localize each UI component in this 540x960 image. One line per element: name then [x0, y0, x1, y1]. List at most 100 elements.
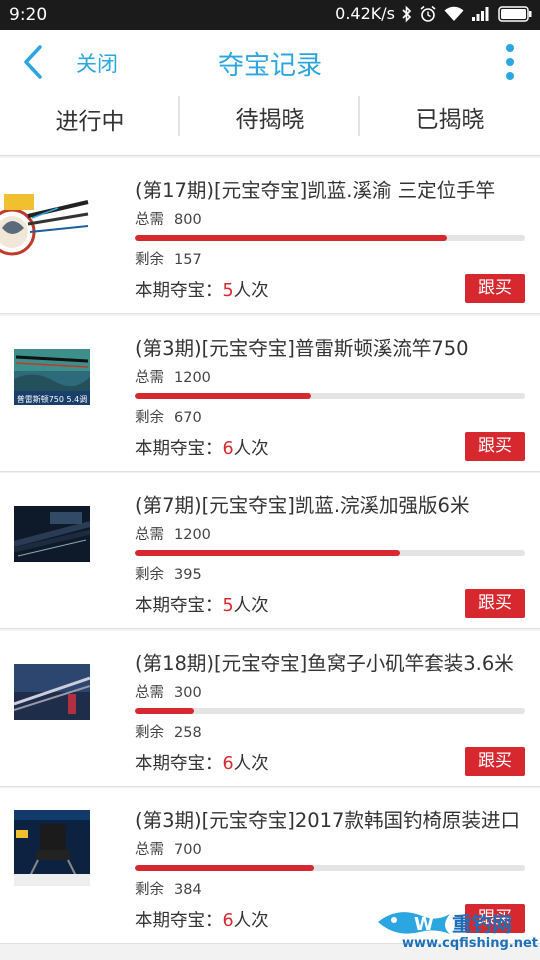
total-need-label: 总需 [135, 369, 164, 386]
product-thumbnail [14, 810, 90, 887]
tab-divider [358, 96, 360, 136]
total-need-label: 总需 [135, 842, 164, 859]
list-item[interactable]: (第18期)[元宝夺宝]鱼窝子小矶竿套装3.6米 总需 300 剩余 258 本期夺… [0, 630, 540, 787]
fish-logo-icon: W [378, 912, 450, 935]
remaining: 剩余 395 [135, 563, 202, 584]
total-need-value: 1200 [174, 527, 211, 544]
product-title[interactable]: (第7期)[元宝夺宝]凯蓝.浣溪加强版6米 [135, 489, 520, 518]
progress-fill [135, 392, 311, 399]
remaining-value: 384 [174, 882, 202, 899]
status-bar: 9:20 0.42K/s [0, 0, 540, 30]
total-need: 总需 800 [135, 208, 202, 229]
list-item[interactable]: (第17期)[元宝夺宝]凯蓝.溪渝 三定位手竿 总需 800 剩余 157 本期夺宝… [0, 158, 540, 314]
period-suffix: 人次 [233, 438, 269, 459]
watermark-url: www.cqfishing.net [402, 936, 539, 951]
more-menu-button[interactable] [502, 42, 518, 84]
remaining-label: 剩余 [135, 409, 164, 426]
product-thumbnail: 普雷斯顿750 5.4调 [14, 348, 90, 405]
period-count: 本期夺宝：5人次 [135, 277, 269, 302]
period-count-value: 6 [222, 753, 234, 774]
remaining-label: 剩余 [135, 252, 164, 268]
progress-bar [135, 392, 525, 399]
thumbnail-text: 普雷斯顿750 5.4调 [17, 394, 88, 404]
period-suffix: 人次 [233, 753, 269, 774]
period-suffix: 人次 [233, 281, 269, 301]
progress-fill [135, 550, 401, 557]
svg-text:W: W [414, 914, 434, 935]
total-need: 总需 300 [135, 681, 202, 702]
remaining-label: 剩余 [135, 882, 164, 899]
period-count-value: 6 [222, 911, 234, 932]
total-need-value: 800 [174, 212, 202, 228]
remaining-value: 670 [174, 409, 202, 426]
period-count-value: 5 [222, 596, 234, 617]
tab-bar: 进行中 待揭晓 已揭晓 [0, 96, 540, 156]
period-count-value: 5 [222, 281, 234, 301]
remaining-label: 剩余 [135, 724, 164, 741]
period-prefix: 本期夺宝： [135, 911, 223, 932]
product-thumbnail [14, 663, 90, 720]
progress-fill [135, 707, 194, 714]
remaining-value: 395 [174, 567, 202, 584]
tab-revealed[interactable]: 已揭晓 [360, 96, 540, 155]
battery-icon [498, 5, 532, 22]
tab-in-progress[interactable]: 进行中 [0, 96, 180, 155]
more-vertical-icon [506, 44, 514, 80]
remaining: 剩余 670 [135, 406, 202, 427]
list-item[interactable]: (第7期)[元宝夺宝]凯蓝.浣溪加强版6米 总需 1200 剩余 395 本期夺宝：… [0, 473, 540, 630]
period-count: 本期夺宝：5人次 [135, 592, 269, 617]
tab-divider [178, 96, 180, 136]
period-count: 本期夺宝：6人次 [135, 435, 269, 460]
remaining-value: 258 [174, 724, 202, 741]
product-title[interactable]: (第18期)[元宝夺宝]鱼窝子小矶竿套装3.6米 [135, 647, 520, 676]
follow-buy-button[interactable]: 跟买 [465, 746, 525, 776]
total-need: 总需 1200 [135, 523, 211, 544]
total-need: 总需 700 [135, 838, 202, 859]
signal-icon [471, 6, 491, 22]
progress-fill [135, 865, 315, 872]
remaining: 剩余 157 [135, 248, 202, 269]
total-need-label: 总需 [135, 212, 164, 228]
period-prefix: 本期夺宝： [135, 438, 223, 459]
period-prefix: 本期夺宝： [135, 596, 223, 617]
period-count-value: 6 [222, 438, 234, 459]
product-title[interactable]: (第17期)[元宝夺宝]凯蓝.溪渝 三定位手竿 [135, 174, 520, 203]
follow-buy-button[interactable]: 跟买 [465, 274, 525, 303]
wifi-icon [444, 6, 464, 22]
remaining: 剩余 384 [135, 878, 202, 899]
list-item[interactable]: 普雷斯顿750 5.4调 (第3期)[元宝夺宝]普雷斯顿溪流竿750 总需 120… [0, 315, 540, 472]
period-suffix: 人次 [233, 911, 269, 932]
tab-pending[interactable]: 待揭晓 [180, 96, 360, 155]
alarm-icon [419, 5, 437, 23]
record-list: (第17期)[元宝夺宝]凯蓝.溪渝 三定位手竿 总需 800 剩余 157 本期夺宝… [0, 158, 540, 946]
total-need-value: 300 [174, 684, 202, 701]
status-time: 9:20 [9, 5, 48, 25]
remaining-label: 剩余 [135, 567, 164, 584]
total-need-value: 1200 [174, 369, 211, 386]
progress-bar [135, 235, 525, 241]
watermark: W 重钓网 www.cqfishing.net [374, 904, 538, 954]
progress-fill [135, 235, 447, 241]
follow-buy-button[interactable]: 跟买 [465, 431, 525, 461]
app-header: 关闭 夺宝记录 [0, 30, 540, 96]
period-suffix: 人次 [233, 596, 269, 617]
network-speed: 0.42K/s [335, 4, 395, 23]
follow-buy-button[interactable]: 跟买 [465, 589, 525, 619]
product-title[interactable]: (第3期)[元宝夺宝]普雷斯顿溪流竿750 [135, 332, 520, 361]
progress-bar [135, 707, 525, 714]
period-prefix: 本期夺宝： [135, 281, 223, 301]
period-count: 本期夺宝：6人次 [135, 750, 269, 775]
period-count: 本期夺宝：6人次 [135, 907, 269, 932]
total-need-value: 700 [174, 842, 202, 859]
total-need-label: 总需 [135, 527, 164, 544]
period-prefix: 本期夺宝： [135, 753, 223, 774]
remaining-value: 157 [174, 252, 202, 268]
remaining: 剩余 258 [135, 721, 202, 742]
status-icons: 0.42K/s [335, 4, 532, 23]
total-need-label: 总需 [135, 684, 164, 701]
progress-bar [135, 865, 525, 872]
bluetooth-icon [402, 5, 412, 23]
progress-bar [135, 550, 525, 557]
product-title[interactable]: (第3期)[元宝夺宝]2017款韩国钓椅原装进口 [135, 804, 520, 833]
total-need: 总需 1200 [135, 366, 211, 387]
